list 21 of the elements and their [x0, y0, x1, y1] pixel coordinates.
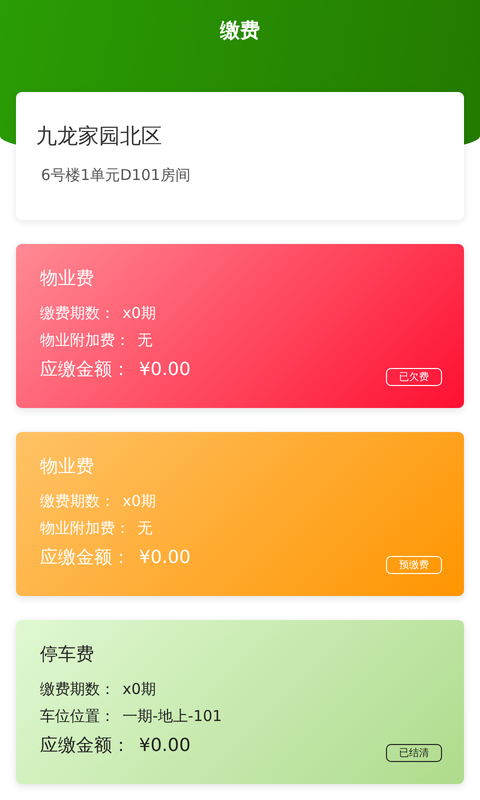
fee-detail: 缴费期数： x0期 — [40, 679, 156, 700]
fee-card[interactable]: 停车费 缴费期数： x0期 车位位置： 一期-地上-101 应缴金额： ¥0.00 已结清 — [16, 620, 464, 784]
community-name: 九龙家园北区 — [36, 123, 163, 150]
status-tag: 已欠费 — [386, 368, 442, 386]
fee-title: 物业费 — [40, 267, 95, 290]
fee-card[interactable]: 物业费 缴费期数： x0期 物业附加费： 无 应缴金额： ¥0.00 已欠费 — [16, 244, 464, 408]
status-tag: 已结清 — [386, 744, 442, 762]
fee-detail: 缴费期数： x0期 — [40, 491, 156, 512]
fee-title: 物业费 — [40, 455, 95, 478]
fee-detail: 缴费期数： x0期 — [40, 303, 156, 324]
fee-title: 停车费 — [40, 643, 95, 666]
fee-detail: 车位位置： 一期-地上-101 — [40, 706, 222, 727]
fee-detail: 应缴金额： ¥0.00 — [40, 734, 191, 758]
room-address: 6号楼1单元D101房间 — [40, 166, 192, 185]
fee-detail: 物业附加费： 无 — [40, 330, 152, 351]
status-tag: 预缴费 — [386, 556, 442, 574]
fee-card[interactable]: 物业费 缴费期数： x0期 物业附加费： 无 应缴金额： ¥0.00 预缴费 — [16, 432, 464, 596]
page-title: 缴费 — [220, 17, 260, 44]
fee-detail: 应缴金额： ¥0.00 — [40, 358, 191, 382]
fee-detail: 应缴金额： ¥0.00 — [40, 546, 191, 570]
fee-detail: 物业附加费： 无 — [40, 518, 152, 539]
